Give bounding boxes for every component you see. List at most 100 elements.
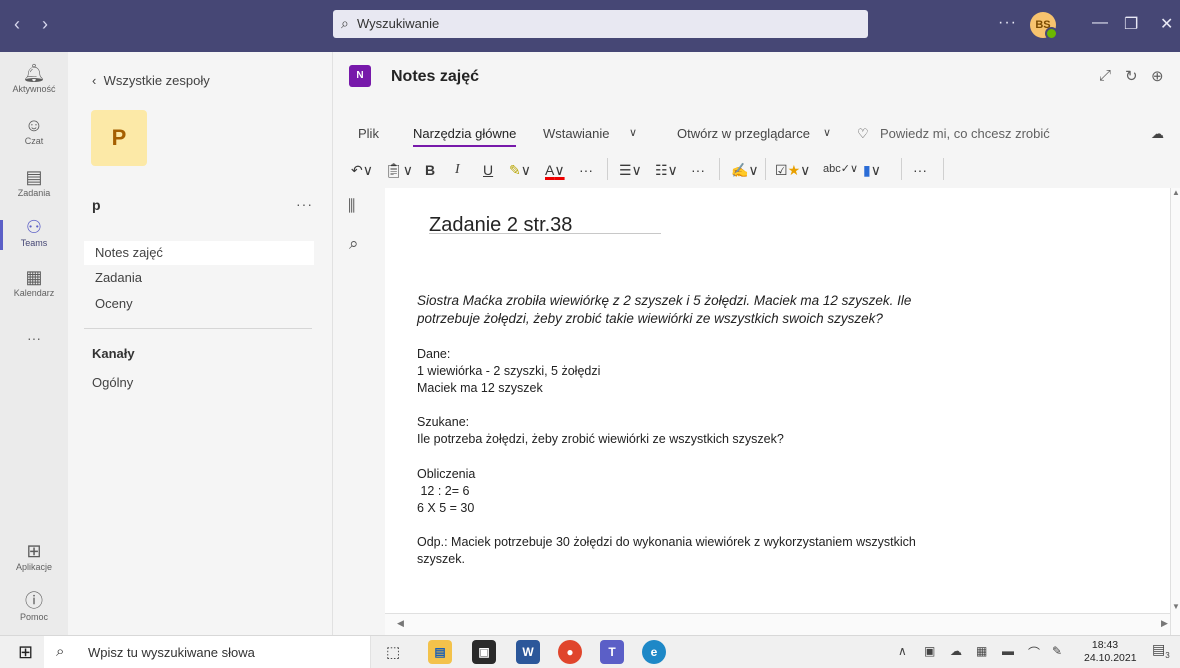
answer-line: szyszek. <box>417 552 465 566</box>
store-icon[interactable]: ▣ <box>472 640 496 664</box>
numbering-icon[interactable]: ☷∨ <box>655 162 678 179</box>
edge-icon[interactable]: e <box>642 640 666 664</box>
scroll-down-icon[interactable]: ▼ <box>1172 602 1180 611</box>
team-panel: ‹ Wszystkie zespoły P p ··· Notes zajęć … <box>68 52 333 635</box>
ribbon: Plik Narzędzia główne Wstawianie ∨ Otwór… <box>333 102 1180 189</box>
app-rail: 🔔︎ Aktywność ☺ Czat ▤ Zadania ⚇ Teams ▦ … <box>0 52 68 635</box>
paste-icon[interactable]: 📋︎∨ <box>385 162 413 179</box>
assignments-icon: ▤ <box>25 167 43 187</box>
taskbar-search-input[interactable]: ⌕ Wpisz tu wyszukiwane słowa <box>44 636 371 668</box>
note-page[interactable]: Zadanie 2 str.38 Siostra Maćka zrobiła w… <box>385 188 1170 613</box>
search-icon: ⌕ <box>56 643 65 660</box>
word-icon[interactable]: W <box>516 640 540 664</box>
notification-count: 3 <box>1165 650 1170 660</box>
calculations-label: Obliczenia <box>417 467 476 481</box>
more-font-button[interactable]: ··· <box>579 162 593 178</box>
search-input[interactable]: ⌕ Wyszukiwanie <box>333 10 868 38</box>
meet-now-icon[interactable]: ▣ <box>924 644 935 658</box>
notifications-icon[interactable]: ▤3 <box>1152 641 1170 660</box>
forward-arrow-icon[interactable]: › <box>42 14 48 35</box>
teams-icon: ⚇ <box>25 217 43 237</box>
bullets-icon[interactable]: ☰∨ <box>619 162 642 179</box>
back-arrow-icon[interactable]: ‹ <box>14 14 20 35</box>
task-view-icon[interactable]: ⬚ <box>386 643 400 661</box>
rail-help[interactable]: ⓘ Pomoc <box>0 590 68 622</box>
search-icon[interactable]: ⌕ <box>349 234 359 254</box>
scroll-right-icon[interactable]: ▶ <box>1161 618 1168 629</box>
tell-me-input[interactable]: Powiedz mi, co chcesz zrobić <box>880 126 1050 141</box>
show-hidden-icons-icon[interactable]: ∧ <box>898 644 907 658</box>
divider <box>719 158 720 180</box>
chevron-down-icon[interactable]: ∨ <box>629 126 637 139</box>
chrome-icon[interactable]: ● <box>558 640 582 664</box>
bold-button[interactable]: B <box>425 162 435 178</box>
close-icon[interactable]: ✕ <box>1160 14 1173 34</box>
file-explorer-icon[interactable]: ▤ <box>428 640 452 664</box>
minimize-icon[interactable]: — <box>1092 14 1108 32</box>
font-color-button[interactable]: A∨ <box>545 162 565 179</box>
spelling-icon[interactable]: abc✓∨ <box>823 162 858 175</box>
wifi-icon[interactable]: ⌒ <box>1028 644 1040 661</box>
rail-activity[interactable]: 🔔︎ Aktywność <box>0 62 68 94</box>
more-options-button[interactable]: ··· <box>998 14 1017 32</box>
clock[interactable]: 18:43 24.10.2021 <box>1084 639 1137 665</box>
tab-file[interactable]: Plik <box>358 126 379 141</box>
expand-icon[interactable]: ⤢ <box>1099 67 1111 84</box>
rail-calendar[interactable]: ▦ Kalendarz <box>0 266 68 298</box>
notebooks-icon[interactable]: ⫼ <box>348 198 355 216</box>
horizontal-scrollbar[interactable]: ◀ ▶ <box>385 613 1170 636</box>
globe-icon[interactable]: ⊕ <box>1151 67 1164 85</box>
undo-icon[interactable]: ↶∨ <box>351 162 373 179</box>
styles-icon[interactable]: ✍∨ <box>731 162 759 179</box>
panel-link-grades[interactable]: Oceny <box>84 292 314 316</box>
teams-taskbar-icon[interactable]: T <box>600 640 624 664</box>
cloud-sync-icon[interactable]: ☁ <box>1151 126 1164 142</box>
problem-text-line: Siostra Maćka zrobiła wiewiórkę z 2 szys… <box>417 293 912 308</box>
avatar[interactable]: BS <box>1030 12 1058 40</box>
pen-icon[interactable]: ✎ <box>1052 644 1062 658</box>
lightbulb-icon: ♡ <box>857 126 869 141</box>
app-header: N Notes zajęć ⤢ ↻ ⊕ <box>333 52 1180 103</box>
chevron-down-icon[interactable]: ∨ <box>823 126 831 139</box>
more-paragraph-button[interactable]: ··· <box>691 162 705 178</box>
calculation-line: 6 X 5 = 30 <box>417 501 475 515</box>
maximize-icon[interactable]: ❐ <box>1124 14 1138 34</box>
all-teams-link[interactable]: ‹ Wszystkie zespoły <box>92 73 210 88</box>
tab-home[interactable]: Narzędzia główne <box>413 126 517 147</box>
apps-icon: ⊞ <box>26 541 42 561</box>
tab-insert[interactable]: Wstawianie <box>543 126 609 141</box>
windows-start-icon[interactable]: ⊞ <box>18 642 33 663</box>
dictate-icon[interactable]: ▮∨ <box>863 162 881 179</box>
panel-link-class-notebook[interactable]: Notes zajęć <box>84 241 314 265</box>
rail-teams[interactable]: ⚇ Teams <box>0 216 68 250</box>
panel-link-assignments[interactable]: Zadania <box>84 266 314 290</box>
taskbar: ⊞ ⌕ Wpisz tu wyszukiwane słowa ⬚ ▤ ▣ W ●… <box>0 635 1180 668</box>
battery-icon[interactable]: ▬ <box>1002 644 1014 658</box>
channel-general[interactable]: Ogólny <box>92 375 133 390</box>
refresh-icon[interactable]: ↻ <box>1125 67 1138 85</box>
given-label: Dane: <box>417 347 451 361</box>
tray-app-icon[interactable]: ▦ <box>976 644 987 658</box>
onedrive-icon[interactable]: ☁ <box>950 644 962 658</box>
rail-apps[interactable]: ⊞ Aplikacje <box>0 540 68 572</box>
rail-assignments[interactable]: ▤ Zadania <box>0 166 68 198</box>
presence-available-icon <box>1045 27 1058 40</box>
more-ribbon-button[interactable]: ··· <box>913 162 927 178</box>
rail-label: Aplikacje <box>15 562 53 572</box>
italic-button[interactable]: I <box>455 162 460 178</box>
underline-button[interactable]: U <box>483 162 493 178</box>
calculation-line: 12 : 2= 6 <box>417 484 470 498</box>
rail-more[interactable]: ··· <box>0 330 68 346</box>
clock-date: 24.10.2021 <box>1084 652 1137 664</box>
team-more-button[interactable]: ··· <box>296 196 313 212</box>
notebook-sidebar: ⫼ ⌕ <box>333 188 385 635</box>
scroll-up-icon[interactable]: ▲ <box>1172 188 1180 197</box>
highlight-icon[interactable]: ✎∨ <box>509 162 531 179</box>
divider <box>943 158 944 180</box>
scroll-left-icon[interactable]: ◀ <box>397 618 404 629</box>
rail-chat[interactable]: ☺ Czat <box>0 114 68 146</box>
problem-text-line: potrzebuje żołędzi, żeby zrobić takie wi… <box>417 311 883 326</box>
tag-icon[interactable]: ☑★∨ <box>775 162 810 179</box>
tab-open-in-browser[interactable]: Otwórz w przeglądarce <box>677 126 810 141</box>
vertical-scrollbar[interactable]: ▲ ▼ <box>1170 188 1180 635</box>
